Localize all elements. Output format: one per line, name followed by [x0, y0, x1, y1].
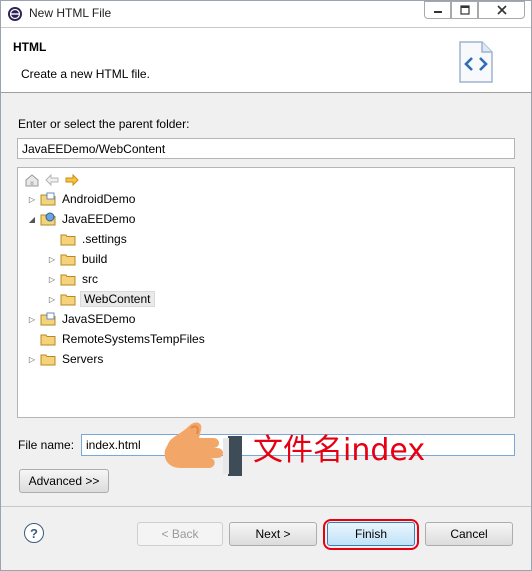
- tree-item[interactable]: RemoteSystemsTempFiles: [26, 330, 207, 348]
- tree-toolbar: [24, 172, 80, 188]
- web-project-icon: [40, 212, 56, 226]
- header-description: Create a new HTML file.: [21, 67, 150, 81]
- help-icon[interactable]: ?: [24, 523, 44, 543]
- tree-item-label: src: [82, 272, 98, 286]
- parent-folder-label: Enter or select the parent folder:: [18, 117, 190, 131]
- folder-icon: [60, 294, 76, 306]
- pointing-hand-icon: [164, 422, 242, 476]
- wizard-header: HTML Create a new HTML file.: [1, 27, 531, 93]
- forward-arrow-icon[interactable]: [64, 172, 80, 188]
- minimize-button[interactable]: [424, 1, 451, 19]
- parent-folder-input[interactable]: JavaEEDemo/WebContent: [17, 138, 515, 159]
- window-title: New HTML File: [29, 6, 112, 20]
- expand-icon[interactable]: ▷: [46, 253, 58, 265]
- tree-item[interactable]: ◢ JavaEEDemo: [26, 210, 137, 228]
- header-title: HTML: [13, 40, 47, 54]
- tree-item[interactable]: ▷ Servers: [26, 350, 105, 368]
- tree-item-selected[interactable]: ▷ WebContent: [46, 290, 155, 308]
- dialog-window: New HTML File HTML Create a new HTML fil…: [0, 0, 532, 571]
- tree-item[interactable]: ▷ JavaSEDemo: [26, 310, 137, 328]
- tree-item[interactable]: ▷ AndroidDemo: [26, 190, 137, 208]
- separator: [1, 506, 531, 507]
- project-icon: [40, 312, 56, 326]
- tree-item[interactable]: .settings: [46, 230, 129, 248]
- tree-item-label: RemoteSystemsTempFiles: [62, 332, 205, 346]
- home-icon[interactable]: [24, 172, 40, 188]
- file-name-label: File name:: [18, 438, 75, 452]
- annotation-text: 文件名index: [253, 433, 426, 468]
- folder-icon: [60, 254, 76, 266]
- finish-button[interactable]: Finish: [327, 522, 415, 546]
- collapse-icon[interactable]: ◢: [26, 213, 38, 225]
- project-icon: [40, 192, 56, 206]
- close-icon: [496, 5, 507, 15]
- maximize-button[interactable]: [451, 1, 478, 19]
- back-button[interactable]: < Back: [137, 522, 223, 546]
- maximize-icon: [459, 5, 470, 15]
- title-bar: New HTML File: [1, 1, 531, 27]
- expand-icon[interactable]: ▷: [26, 313, 38, 325]
- back-arrow-icon[interactable]: [44, 172, 60, 188]
- folder-icon: [60, 234, 76, 246]
- tree-item-label: WebContent: [80, 291, 155, 307]
- tree-item-label: JavaEEDemo: [62, 212, 136, 226]
- close-button[interactable]: [478, 1, 525, 19]
- next-button[interactable]: Next >: [229, 522, 317, 546]
- html-file-icon: [459, 41, 493, 83]
- tree-item-label: .settings: [82, 232, 127, 246]
- tree-item-label: JavaSEDemo: [62, 312, 136, 326]
- expand-icon[interactable]: ▷: [26, 193, 38, 205]
- eclipse-icon: [8, 7, 22, 21]
- folder-icon: [40, 354, 56, 366]
- tree-item-label: AndroidDemo: [62, 192, 136, 206]
- expand-icon[interactable]: ▷: [26, 353, 38, 365]
- tree-item[interactable]: ▷ build: [46, 250, 109, 268]
- advanced-button[interactable]: Advanced >>: [19, 469, 109, 493]
- folder-icon: [40, 334, 56, 346]
- project-tree[interactable]: ▷ AndroidDemo ◢ JavaEEDemo .settings ▷ b…: [17, 167, 515, 418]
- tree-item-label: build: [82, 252, 108, 266]
- cancel-button[interactable]: Cancel: [425, 522, 513, 546]
- tree-item[interactable]: ▷ src: [46, 270, 100, 288]
- tree-item-label: Servers: [62, 352, 104, 366]
- expand-icon[interactable]: ▷: [46, 293, 58, 305]
- minimize-icon: [433, 11, 442, 13]
- expand-icon[interactable]: ▷: [46, 273, 58, 285]
- folder-icon: [60, 274, 76, 286]
